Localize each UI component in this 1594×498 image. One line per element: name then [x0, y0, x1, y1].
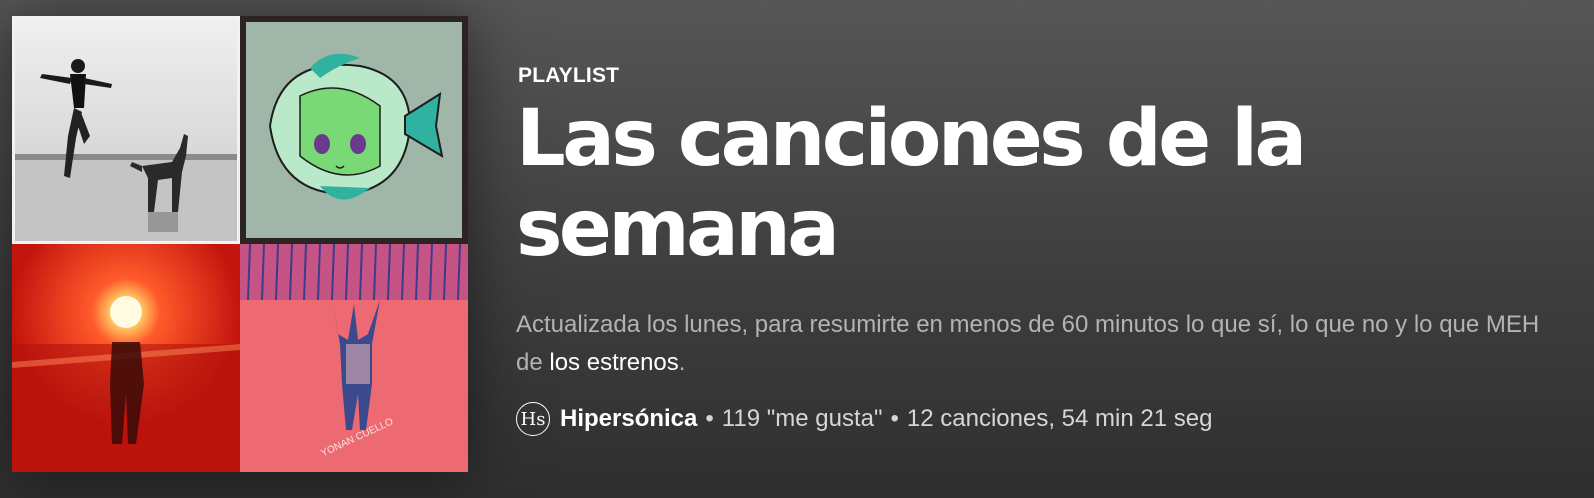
owner-avatar[interactable]: Hs	[516, 402, 550, 436]
owner-name-link[interactable]: Hipersónica	[560, 405, 697, 433]
description-link[interactable]: los estrenos	[549, 349, 678, 376]
description-suffix: .	[678, 349, 686, 376]
album-art-pink-jumper: YONAN CUELLO	[240, 244, 468, 472]
playlist-title[interactable]: Las canciones de la semana	[516, 94, 1416, 274]
album-art-red-light-figure	[12, 244, 240, 472]
separator-dot: •	[705, 405, 714, 432]
separator-dot: •	[890, 405, 899, 432]
album-art-fish-drawing	[240, 16, 468, 244]
album-art-beach-dog	[12, 16, 240, 244]
playlist-summary: 12 canciones, 54 min 21 seg	[906, 405, 1213, 432]
playlist-type-label: PLAYLIST	[518, 64, 620, 87]
likes-count: 119 "me gusta"	[721, 405, 883, 432]
playlist-cover-image[interactable]: YONAN CUELLO	[12, 16, 468, 472]
playlist-meta: Hs Hipersónica • 119 "me gusta" • 12 can…	[516, 402, 1564, 436]
playlist-description: Actualizada los lunes, para resumirte en…	[516, 306, 1556, 382]
playlist-header-info: PLAYLIST Las canciones de la semana Actu…	[516, 64, 1564, 436]
